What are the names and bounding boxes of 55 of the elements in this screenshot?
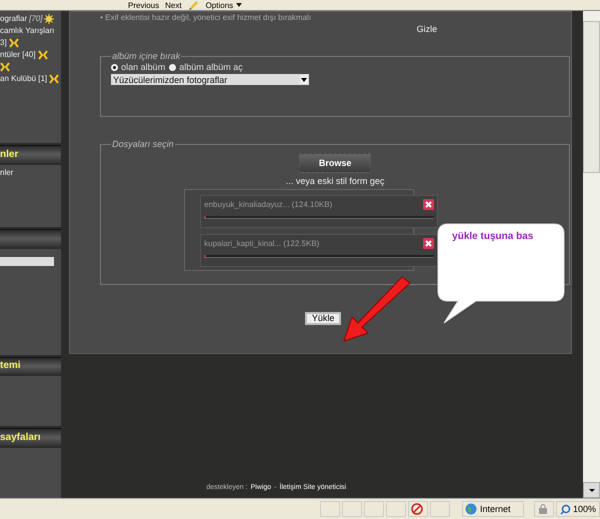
status-panel	[320, 501, 340, 517]
status-panel	[342, 501, 362, 517]
blocked-icon	[411, 503, 423, 515]
toolbar-button[interactable]: Next	[165, 0, 182, 10]
down-arrow-icon	[588, 488, 595, 492]
file-name: kupalari_kapti_kinal... (122.5KB)	[204, 239, 320, 248]
sidebar-header	[0, 228, 62, 247]
status-panel	[386, 501, 406, 517]
globe-icon	[465, 503, 477, 515]
scroll-down-button[interactable]	[583, 482, 600, 498]
browse-button[interactable]: Browse	[299, 153, 372, 173]
sparkle-icon	[8, 38, 19, 48]
arrow-icon	[340, 275, 412, 345]
zone-label: Internet	[480, 504, 511, 514]
category-count: [70]	[29, 14, 42, 23]
category-link[interactable]: ograflar	[0, 14, 28, 23]
radio-option[interactable]: albüm albüm aç	[169, 62, 243, 72]
sidebar-title: nler	[0, 148, 18, 160]
sparkle-icon	[49, 74, 60, 84]
lock-icon	[536, 503, 549, 515]
close-icon[interactable]	[423, 199, 434, 210]
toolbar-button[interactable]: Previous	[128, 0, 160, 10]
sidebar-panel	[0, 376, 62, 426]
category-link[interactable]: an Kulübü [1]	[0, 74, 48, 83]
options-button[interactable]: Options	[206, 0, 242, 10]
scrollbar[interactable]	[583, 11, 600, 498]
category-link[interactable]: nler	[0, 168, 14, 177]
hide-link[interactable]: Gizle	[416, 24, 438, 34]
sparkle-icon	[0, 62, 10, 72]
search-field[interactable]	[0, 256, 54, 266]
sun-icon	[44, 14, 54, 24]
zoom-button[interactable]: 100%	[556, 501, 600, 517]
category-link[interactable]: camlık Yarışları	[0, 26, 54, 35]
callout-text: yükle tuşuna bas	[452, 231, 534, 242]
sidebar-title: temi	[0, 360, 21, 372]
sidebar-panel	[0, 448, 62, 498]
close-icon[interactable]	[423, 238, 434, 249]
fieldset-legend: Dosyaları seçin	[111, 139, 175, 149]
radio-option[interactable]: olan albüm	[111, 62, 166, 72]
sidebar-title: sayfaları	[0, 432, 41, 444]
category-link[interactable]: ntüler [40]	[0, 50, 36, 59]
dropdown-arrow-icon	[301, 78, 308, 82]
caret-icon	[236, 3, 242, 7]
file-name: enbuyuk_kinaliadayuz... (124.10KB)	[204, 200, 332, 209]
sparkle-icon	[38, 50, 48, 60]
notice-text: • Exif eklentisi hazır değil, yönetici exif hizmet dışı bırakmalı	[100, 13, 312, 22]
status-panel	[364, 501, 384, 517]
album-select[interactable]: Yüzücülerimizden fotograflar	[111, 74, 310, 85]
fieldset-legend: albüm içine bırak	[111, 51, 182, 61]
form-switch-link[interactable]: ... veya eski stil form geç	[286, 176, 384, 186]
upload-button[interactable]: Yükle	[304, 312, 342, 325]
scrollbar-thumb[interactable]	[583, 21, 600, 173]
zoom-icon	[560, 504, 571, 514]
status-panel	[430, 501, 450, 517]
category-link[interactable]: 3]	[0, 38, 7, 47]
